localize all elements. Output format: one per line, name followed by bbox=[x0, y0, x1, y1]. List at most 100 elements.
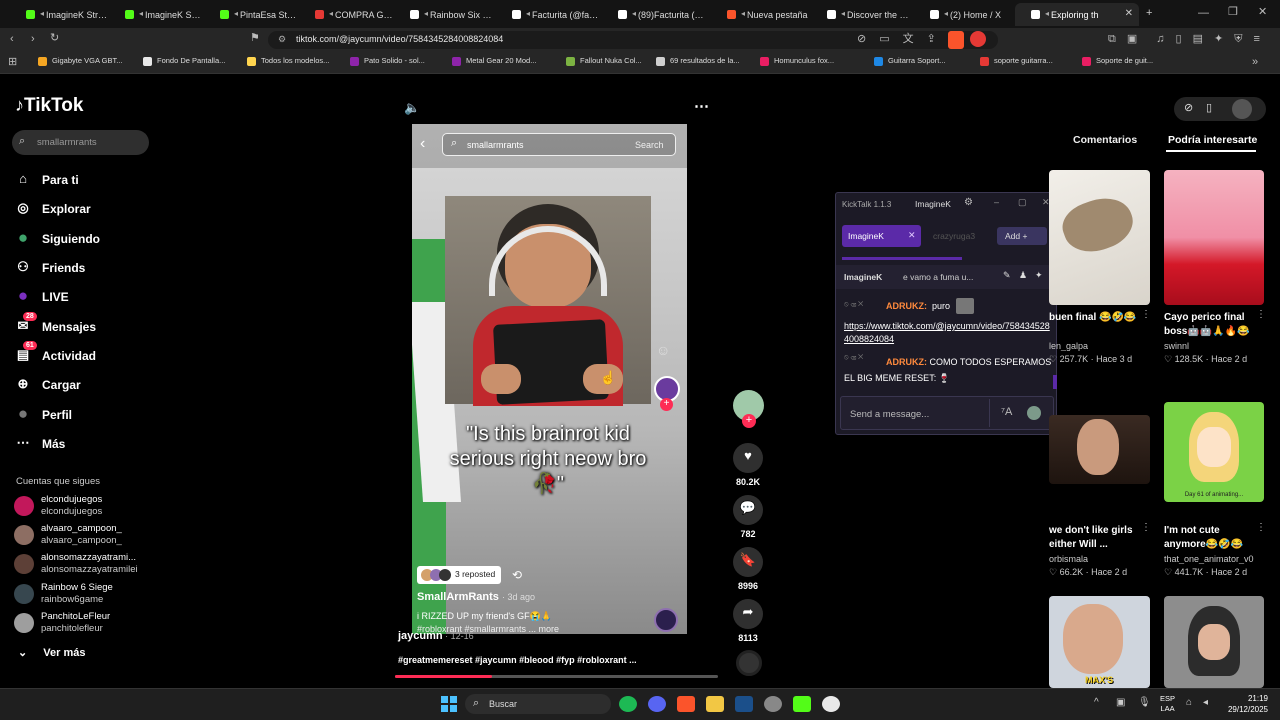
sidebar-search[interactable]: ⌕ smallarmrants bbox=[12, 130, 149, 155]
inner-back-icon[interactable]: ‹ bbox=[420, 135, 425, 153]
browser-tab[interactable]: ◂ Rainbow Six Sieg bbox=[394, 3, 494, 26]
card-5-thumb[interactable]: MAX'S bbox=[1049, 596, 1150, 688]
more-options-icon[interactable]: ⋯ bbox=[694, 97, 709, 115]
video-progress-track[interactable] bbox=[395, 675, 718, 678]
windows-start-icon[interactable] bbox=[441, 696, 457, 712]
kicktalk-tab-close-icon[interactable]: ✕ bbox=[908, 230, 916, 241]
menu-icon[interactable]: ≡ bbox=[1253, 34, 1259, 45]
reload-icon[interactable]: ↻ bbox=[50, 33, 59, 44]
post-hashtags[interactable]: #greatmemereset #jaycumn #bleood #fyp #r… bbox=[398, 655, 688, 665]
tab-you-may-like[interactable]: Podría interesarte bbox=[1168, 134, 1257, 146]
settings-app-icon[interactable] bbox=[764, 696, 782, 712]
card-title[interactable]: Cayo perico final boss🤖🤖🙏🔥😂 bbox=[1164, 311, 1254, 339]
more-bookmarks-icon[interactable]: » bbox=[1252, 57, 1258, 68]
bookmark-item[interactable]: Fondo De Pantalla... bbox=[143, 56, 245, 70]
kicktalk-tab-2[interactable]: crazyruga3 bbox=[933, 231, 975, 241]
pinned-icon[interactable]: ✦ bbox=[1035, 270, 1043, 281]
bookmark-item[interactable]: Fallout Nuka Col... bbox=[566, 56, 668, 70]
nav-item[interactable]: ● Siguiendo bbox=[14, 228, 144, 250]
browser-tab[interactable]: ◂ Nueva pestaña bbox=[711, 3, 809, 26]
card-author[interactable]: swinnl bbox=[1164, 341, 1264, 351]
msg1-user[interactable]: ADRUKZ: bbox=[886, 301, 927, 311]
brave-shield-icon[interactable] bbox=[948, 31, 964, 49]
browser-tab[interactable]: ◂ImagineK Stream bbox=[10, 3, 108, 26]
taskbar-search[interactable]: ⌕ Buscar bbox=[465, 694, 611, 714]
card-6-thumb[interactable] bbox=[1164, 596, 1264, 688]
no-media-icon[interactable]: ⊘ bbox=[857, 34, 866, 45]
follow-plus-icon[interactable]: + bbox=[742, 414, 756, 428]
browser-tab[interactable]: ◂Discover the Funni bbox=[811, 3, 913, 26]
post-author[interactable]: jaycumn bbox=[398, 630, 443, 642]
bookmark-item[interactable]: Homunculus fox... bbox=[760, 56, 862, 70]
emoji-picker-icon[interactable] bbox=[1027, 406, 1041, 420]
inner-author[interactable]: SmallArmRants bbox=[417, 591, 499, 603]
close-window-icon[interactable]: ✕ bbox=[1258, 7, 1267, 18]
bookmark-item[interactable]: Metal Gear 20 Mod... bbox=[452, 56, 554, 70]
nav-item[interactable]: ⋯ Más bbox=[14, 433, 144, 455]
wallet-icon[interactable]: ▤ bbox=[1193, 34, 1203, 45]
tab-comments[interactable]: Comentarios bbox=[1073, 134, 1137, 146]
browser-tab[interactable]: ◂COMPRA GAMER bbox=[299, 3, 393, 26]
device-icon[interactable]: ▯ bbox=[1206, 101, 1212, 114]
bookmark-item[interactable]: Soporte de guit... bbox=[1082, 56, 1184, 70]
kicktalk-add-button[interactable]: Add + bbox=[997, 227, 1047, 245]
card-author[interactable]: len_galpa bbox=[1049, 341, 1149, 351]
forward-icon[interactable]: › bbox=[31, 34, 35, 45]
card-more-icon[interactable]: ⋮ bbox=[1141, 522, 1151, 533]
sidebar-icon[interactable]: ▯ bbox=[1176, 34, 1182, 45]
tab-close-icon[interactable]: ✕ bbox=[1125, 8, 1133, 19]
card-more-icon[interactable]: ⋮ bbox=[1256, 522, 1266, 533]
maximize-icon[interactable]: ❐ bbox=[1228, 7, 1238, 18]
card-title[interactable]: buen final 😂🤣😂 bbox=[1049, 311, 1139, 325]
card-1-thumb[interactable] bbox=[1049, 170, 1150, 305]
video-player[interactable]: ‹ ⌕ smallarmrants Search ☝ "Is this brai… bbox=[412, 124, 687, 634]
nav-item[interactable]: ● Perfil bbox=[14, 404, 144, 426]
tiktok-logo[interactable]: ♪TikTok bbox=[15, 95, 83, 117]
spotify-icon[interactable] bbox=[619, 696, 637, 712]
site-settings-icon[interactable]: ⚙ bbox=[278, 34, 286, 45]
kicktalk-user[interactable]: ImagineK bbox=[915, 199, 951, 209]
pin-icon[interactable]: ✎ bbox=[1003, 270, 1011, 281]
translate-icon[interactable]: ⁷A bbox=[1001, 406, 1012, 418]
msg3-user[interactable]: ADRUKZ: bbox=[886, 357, 927, 367]
see-more-button[interactable]: ⌄ Ver más bbox=[18, 646, 85, 659]
nav-item[interactable]: ⌂ Para ti bbox=[14, 169, 144, 191]
user-icon[interactable]: ♟ bbox=[1019, 270, 1027, 281]
help-icon[interactable]: ⊘ bbox=[1184, 101, 1193, 114]
inner-emoji-icon[interactable]: ☺ bbox=[656, 342, 670, 358]
obs-icon[interactable] bbox=[822, 696, 840, 712]
browser-tab[interactable]: ◂ Facturita (@factur bbox=[496, 3, 600, 26]
following-account[interactable]: alvaaro_campoon_ alvaaro_campoon_ bbox=[14, 522, 154, 548]
kicktalk-settings-icon[interactable]: ⚙ bbox=[964, 197, 973, 208]
cast-icon[interactable]: ▭ bbox=[879, 34, 889, 45]
repost-icon[interactable]: ⟲ bbox=[512, 568, 522, 582]
bookmark-item[interactable]: soporte guitarra... bbox=[980, 56, 1082, 70]
volume-tray-icon[interactable]: ◂ bbox=[1203, 697, 1208, 708]
nav-item[interactable]: ◎ Explorar bbox=[14, 198, 144, 220]
vpn-icon[interactable]: ⛨ bbox=[1234, 34, 1242, 45]
discord-icon[interactable] bbox=[648, 696, 666, 712]
inner-follow-plus-icon[interactable]: + bbox=[660, 398, 673, 411]
nav-item[interactable]: ⊕ Cargar bbox=[14, 374, 144, 396]
card-title[interactable]: I'm not cute anymore😂🤣😂 bbox=[1164, 524, 1254, 552]
new-tab-button[interactable]: + bbox=[1146, 8, 1152, 19]
share-icon[interactable]: ⇪ bbox=[927, 34, 936, 45]
kicktalk-minimize-icon[interactable]: – bbox=[994, 197, 999, 207]
reposted-pill[interactable]: 3 reposted bbox=[417, 566, 502, 584]
nav-item[interactable]: ▤ 61 Actividad bbox=[14, 341, 144, 367]
inner-music-disc[interactable] bbox=[654, 608, 678, 632]
minimize-icon[interactable]: — bbox=[1198, 8, 1209, 19]
bookmark-item[interactable]: Gigabyte VGA GBT... bbox=[38, 56, 140, 70]
brave-rewards-icon[interactable] bbox=[970, 31, 986, 47]
msg2-link[interactable]: https://www.tiktok.com/@jaycumn/video/75… bbox=[844, 320, 1050, 346]
following-account[interactable]: Rainbow 6 Siege rainbow6game bbox=[14, 581, 154, 607]
music-disc[interactable] bbox=[736, 650, 762, 676]
card-3-thumb[interactable] bbox=[1049, 415, 1150, 484]
media-icon[interactable]: ♫ bbox=[1156, 34, 1164, 45]
kick-icon[interactable] bbox=[793, 696, 811, 712]
card-4-thumb[interactable]: Day 61 of animating... bbox=[1164, 402, 1264, 502]
volume-icon[interactable]: 🔈 bbox=[404, 100, 420, 116]
bookmark-page-icon[interactable]: ⚑ bbox=[250, 33, 260, 44]
network-icon[interactable]: ⌂ bbox=[1186, 697, 1192, 708]
brave-icon[interactable] bbox=[677, 696, 695, 712]
